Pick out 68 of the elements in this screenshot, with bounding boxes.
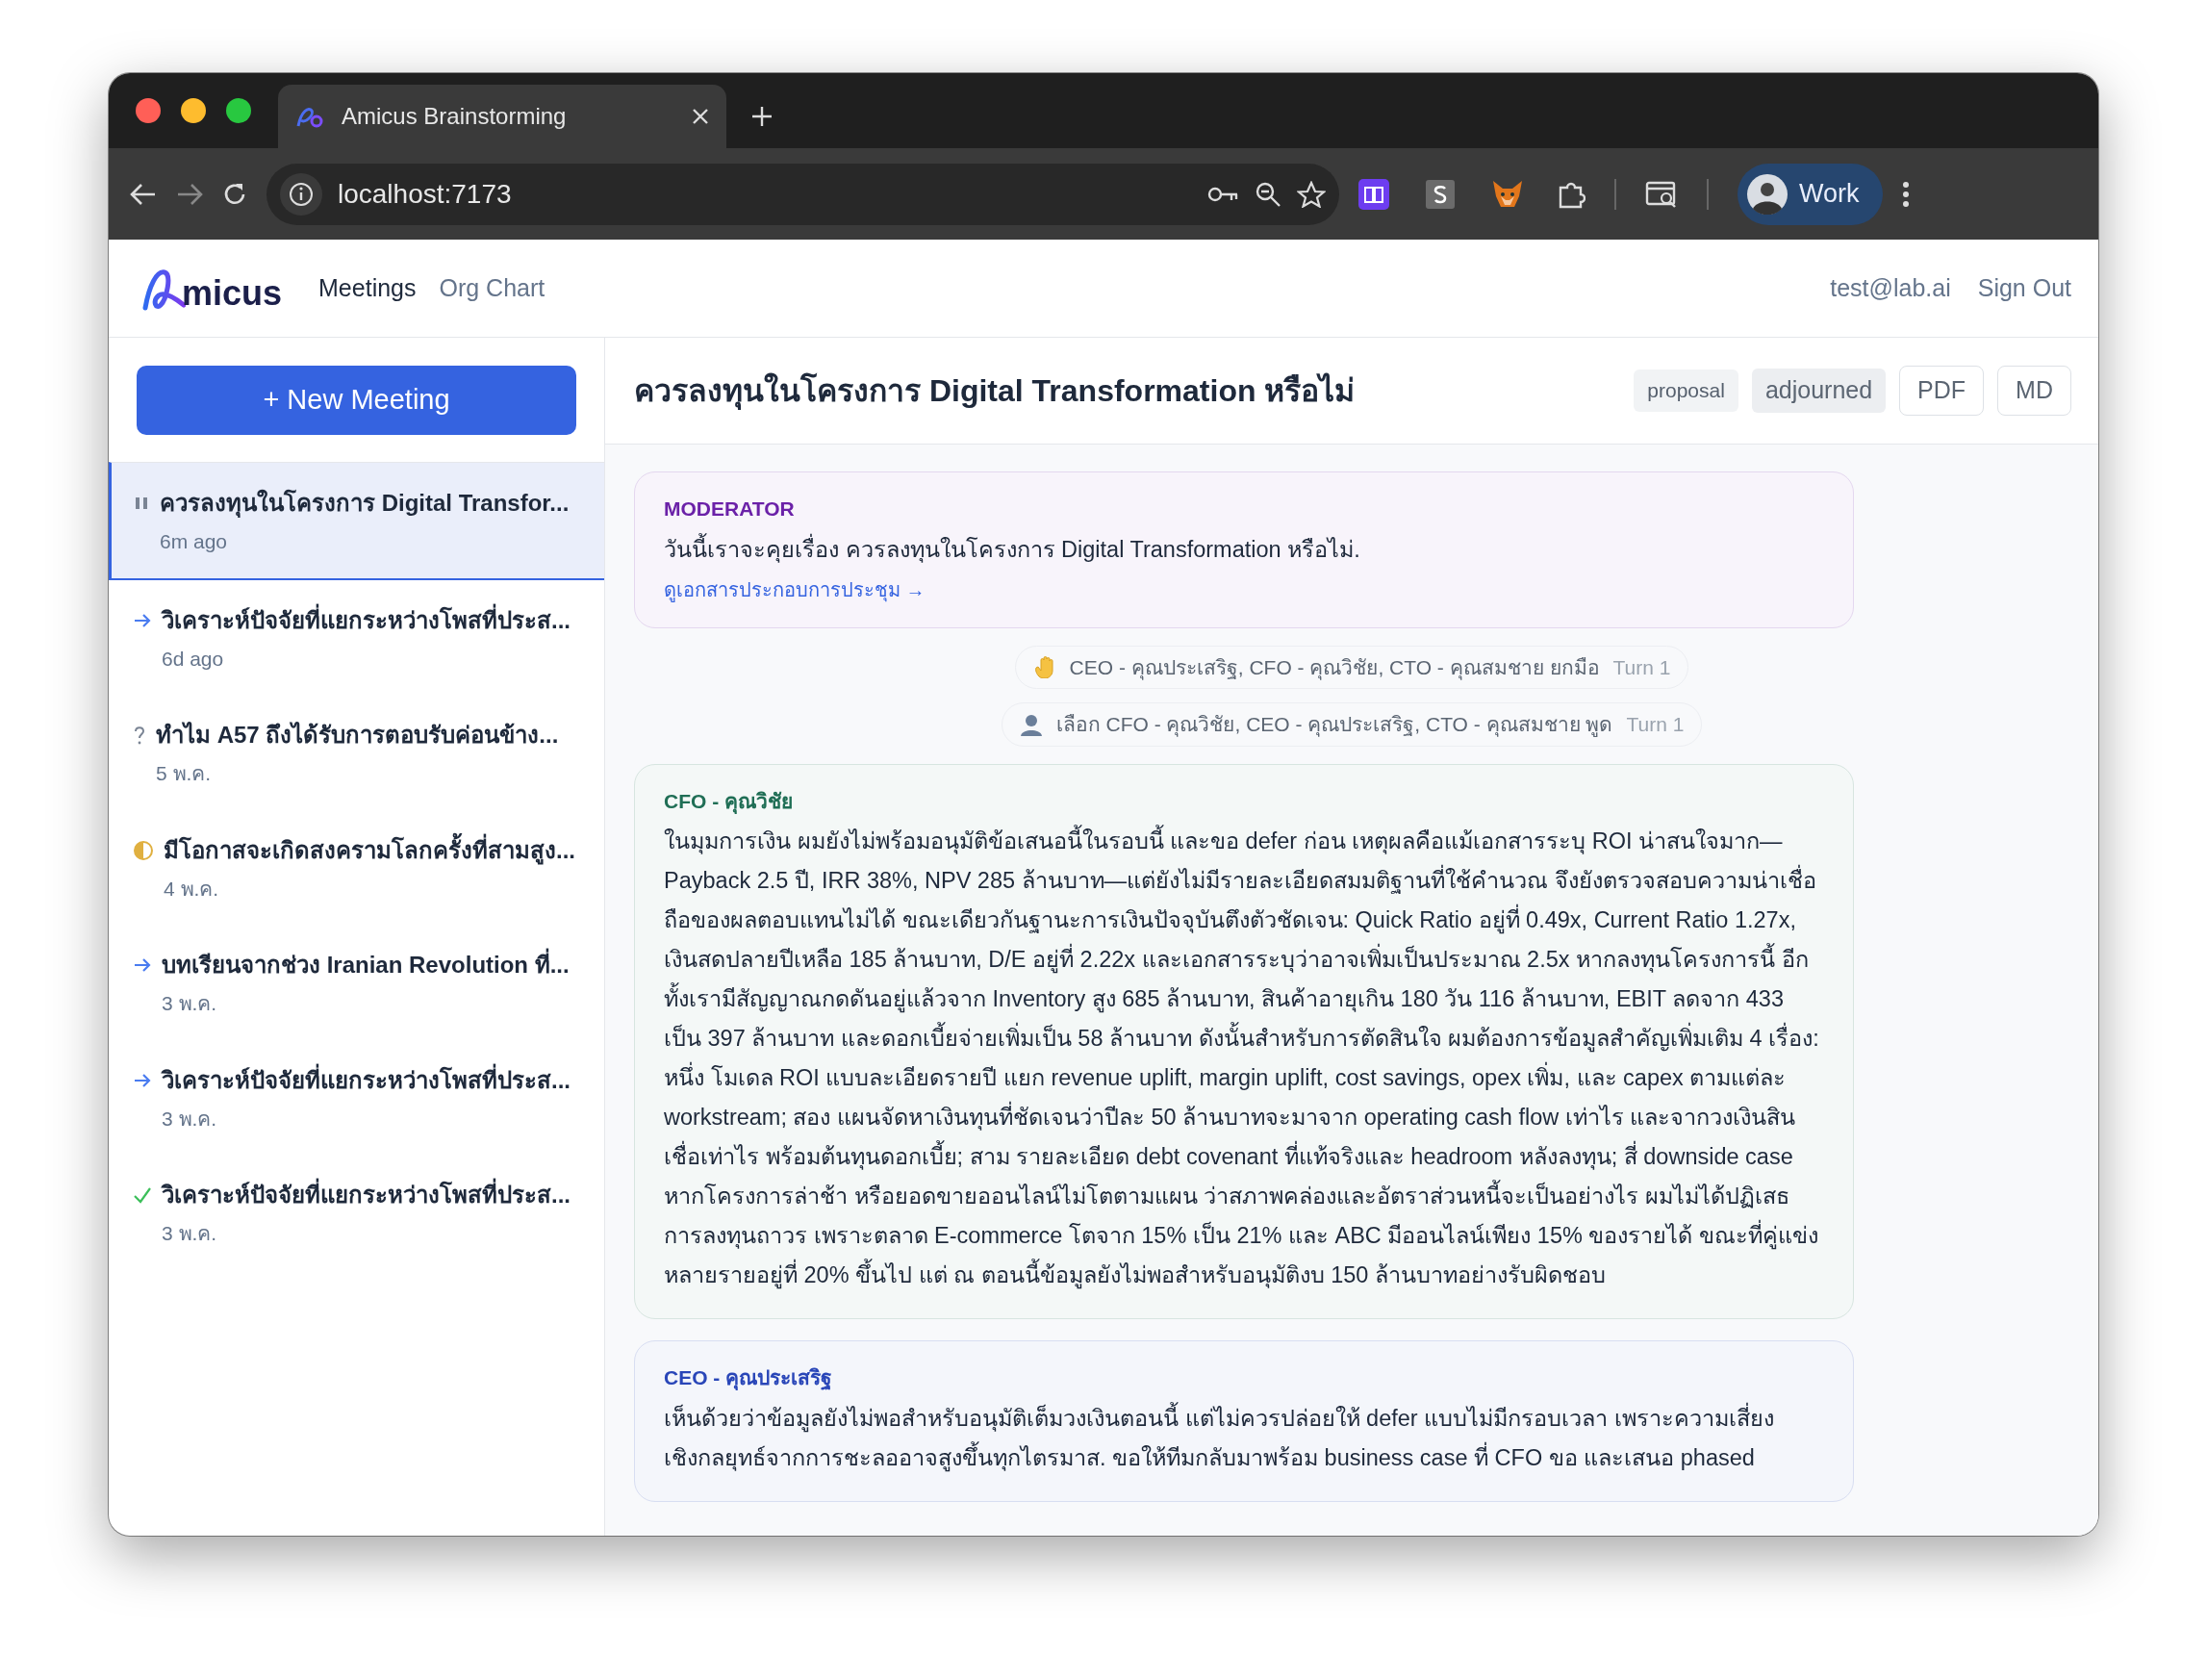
half-circle-icon <box>133 838 154 862</box>
meeting-time: 6d ago <box>162 646 225 672</box>
meeting-time: 3 พ.ค. <box>162 1106 218 1132</box>
meeting-time: 5 พ.ค. <box>156 761 213 786</box>
meeting-title: บทเรียนจากช่วง Iranian Revolution ที่... <box>162 948 570 982</box>
profile-button[interactable]: Work <box>1738 163 1883 225</box>
zoom-icon[interactable] <box>1255 180 1281 208</box>
close-icon[interactable] <box>692 108 709 125</box>
meeting-list-item[interactable]: ควรลงทุนในโครงการ Digital Transfor... 6m ago <box>109 462 604 580</box>
window-control-button[interactable] <box>226 98 251 123</box>
turn-label: Turn 1 <box>1626 712 1685 737</box>
fox-icon[interactable] <box>1491 178 1524 210</box>
meeting-title: วิเคราะห์ปัจจัยที่แยกระหว่างโพสที่ประส... <box>162 1178 571 1212</box>
meeting-title: ควรลงทุนในโครงการ Digital Transfor... <box>160 488 570 520</box>
logo-icon <box>295 105 324 128</box>
message-text: วันนี้เราจะคุยเรื่อง ควรลงทุนในโครงการ Digital Transformation หรือไม่. <box>664 529 1824 570</box>
star-icon[interactable] <box>1297 180 1326 208</box>
meeting-list-item[interactable]: มีโอกาสจะเกิดสงครามโลกครั้งที่สามสูง... 4 พ.ค. <box>109 809 604 925</box>
meeting-time: 6m ago <box>160 529 229 554</box>
document-link[interactable]: ดูเอกสารประกอบการประชุม → <box>664 574 926 604</box>
person-icon <box>1019 712 1043 736</box>
meeting-title: วิเคราะห์ปัจจัยที่แยกระหว่างโพสที่ประส... <box>162 1062 571 1098</box>
speaker-name: CFO - คุณวิชัย <box>664 788 794 816</box>
message-text: เห็นด้วยว่าข้อมูลยังไม่พอสำหรับอนุมัติเต็มวงเงินตอนนี้ แต่ไม่ควรปล่อยให้ defer แบบไม่มีกรอบเวลา เพราะความเสี่ยงเชิงกลยุทธ์จากการชะลออาจสูงขึ้นทุกไตรมาส. ขอให้ทีมกลับมาพร้อม business case ที่ CFO ขอ และเสนอ phased <box>664 1398 1824 1478</box>
forward-icon[interactable] <box>176 182 203 206</box>
tab-title: Amicus Brainstorming <box>342 102 568 131</box>
turn-label: Turn 1 <box>1612 654 1671 680</box>
nav-link[interactable]: Org Chart <box>427 269 557 307</box>
info-icon[interactable] <box>280 172 322 216</box>
speaker-name: MODERATOR <box>664 496 796 522</box>
meeting-time: 3 พ.ค. <box>162 1221 218 1246</box>
new-tab-icon[interactable] <box>751 106 773 127</box>
status-tag: adjourned <box>1751 369 1887 413</box>
meeting-time: 4 พ.ค. <box>164 876 220 902</box>
event-text: CEO - คุณประเสริฐ, CFO - คุณวิชัย, CTO - คุณสมชาย ยกมือ <box>1069 654 1600 682</box>
s-square-icon[interactable] <box>1426 179 1455 209</box>
new-meeting-button[interactable]: + New Meeting <box>137 366 576 435</box>
meeting-list-item[interactable]: วิเคราะห์ปัจจัยที่แยกระหว่างโพสที่ประส... 6d ago <box>109 579 604 695</box>
window-search-icon[interactable] <box>1645 179 1678 209</box>
more-icon[interactable] <box>1901 180 1910 208</box>
meeting-list-item[interactable]: บทเรียนจากช่วง Iranian Revolution ที่... 3 พ.ค. <box>109 925 604 1040</box>
back-icon[interactable] <box>130 182 157 206</box>
logo-text: micus <box>182 275 283 311</box>
export-button[interactable]: MD <box>1997 366 2071 416</box>
meeting-title: ทำไม A57 ถึงได้รับการตอบรับค่อนข้าง... <box>156 721 559 750</box>
browser-tab[interactable]: Amicus Brainstorming <box>278 85 726 148</box>
meeting-list-item[interactable]: ทำไม A57 ถึงได้รับการตอบรับค่อนข้าง... 5 พ.ค. <box>109 695 604 810</box>
book-icon[interactable] <box>1358 178 1389 210</box>
window-control-button[interactable] <box>136 98 161 123</box>
meeting-title: มีโอกาสจะเกิดสงครามโลกครั้งที่สามสูง... <box>164 832 575 868</box>
speaker-name: CEO - คุณประเสริฐ <box>664 1365 834 1392</box>
nav-link[interactable]: Meetings <box>307 269 428 307</box>
meeting-list-item[interactable]: วิเคราะห์ปัจจัยที่แยกระหว่างโพสที่ประส... 3 พ.ค. <box>109 1155 604 1270</box>
avatar-icon <box>1747 173 1788 215</box>
message-text: ในมุมการเงิน ผมยังไม่พร้อมอนุมัติข้อเสนอนี้ในรอบนี้ และขอ defer ก่อน เหตุผลคือแม้เอกสารระบุ ROI น่าสนใจมาก—Payback 2.5 ปี, IRR 38%, NPV 285 ล้านบาท—แต่ยังไม่มีรายละเอียดสมมติฐานที่ใช้คำนวณ จึงยังตรวจสอบความน่าเชื่อถือของผลตอบแทนไม่ได้ ขณะเดียวกันฐานะการเงินปัจจุบันตึงตัวชัดเจน: Quick Ratio อยู่ที่ 0.49x, Current Ratio 1.27x, เงินสดปลายปีเหลือ 185 ล้านบาท, D/E อยู่ที่ 2.22x และเอกสารระบุว่าอาจเพิ่มเป็นประมาณ 2.5x หากลงทุนโครงการนี้ อีกทั้งเรามีสัญญาณกดดันอยู่แล้วจาก Inventory สูง 685 ล้านบาท, สินค้าอายุเกิน 180 วัน 116 ล้านบาท, EBIT ลดจาก 433 เป็น 397 ล้านบาท และดอกเบี้ยจ่ายเพิ่มเป็น 58 ล้านบาท ดังนั้นสำหรับการตัดสินใจ ผมต้องการข้อมูลสำคัญเพิ่มเติม 4 เรื่อง: หนึ่ง โมเดล ROI แบบละเอียดรายปี แยก revenue uplift, margin uplift, cost savings, opex เพิ่ม, และ capex ตามแต่ละ workstream; สอง แผนจัดหาเงินทุนที่ชัดเจนว่าปีละ 50 ล้านบาทจะมาจาก operating cash flow เท่าไร และจากวงเงินสินเชื่อเท่าไร พร้อมต้นทุนดอกเบี้ย; สาม รายละเอียด debt covenant ที่แท้จริงและ headroom หลังลงทุน; สี่ downside case หากโครงการล่าช้า หรือยอดขายออนไลน์ไม่โตตามแผน ว่าสภาพคล่องและอัตราส่วนหนี้จะเป็นอย่างไร ผมไม่ได้ปฏิเสธการลงทุนถาวร เพราะตลาด E-commerce โตจาก 15% เป็น 21% และ ABC มีออนไลน์เพียง 15% ของรายได้ ขณะที่คู่แข่งหลายรายอยู่ที่ 20% ขึ้นไป แต่ ณ ตอนนี้ข้อมูลยังไม่พอสำหรับอนุมัติงบ 150 ล้านบาทอย่างรับผิดชอบ <box>664 822 1824 1295</box>
reload-icon[interactable] <box>222 181 247 207</box>
question-icon <box>133 724 146 747</box>
hand-icon <box>1032 655 1056 679</box>
export-button[interactable]: PDF <box>1899 366 1985 416</box>
meeting-title: วิเคราะห์ปัจจัยที่แยกระหว่างโพสที่ประส... <box>162 602 571 638</box>
window-control-button[interactable] <box>181 98 206 123</box>
sign-out-link[interactable]: Sign Out <box>1977 269 2071 307</box>
type-tag: proposal <box>1634 369 1738 412</box>
meeting-list-item[interactable]: วิเคราะห์ปัจจัยที่แยกระหว่างโพสที่ประส... 3 พ.ค. <box>109 1039 604 1155</box>
user-email: test@lab.ai <box>1830 272 1951 303</box>
meeting-time: 3 พ.ค. <box>162 991 218 1016</box>
meeting-title: ควรลงทุนในโครงการ Digital Transformation หรือไม่ <box>634 371 1356 412</box>
event-text: เลือก CFO - คุณวิชัย, CEO - คุณประเสริฐ, CTO - คุณสมชาย พูด <box>1055 712 1613 739</box>
